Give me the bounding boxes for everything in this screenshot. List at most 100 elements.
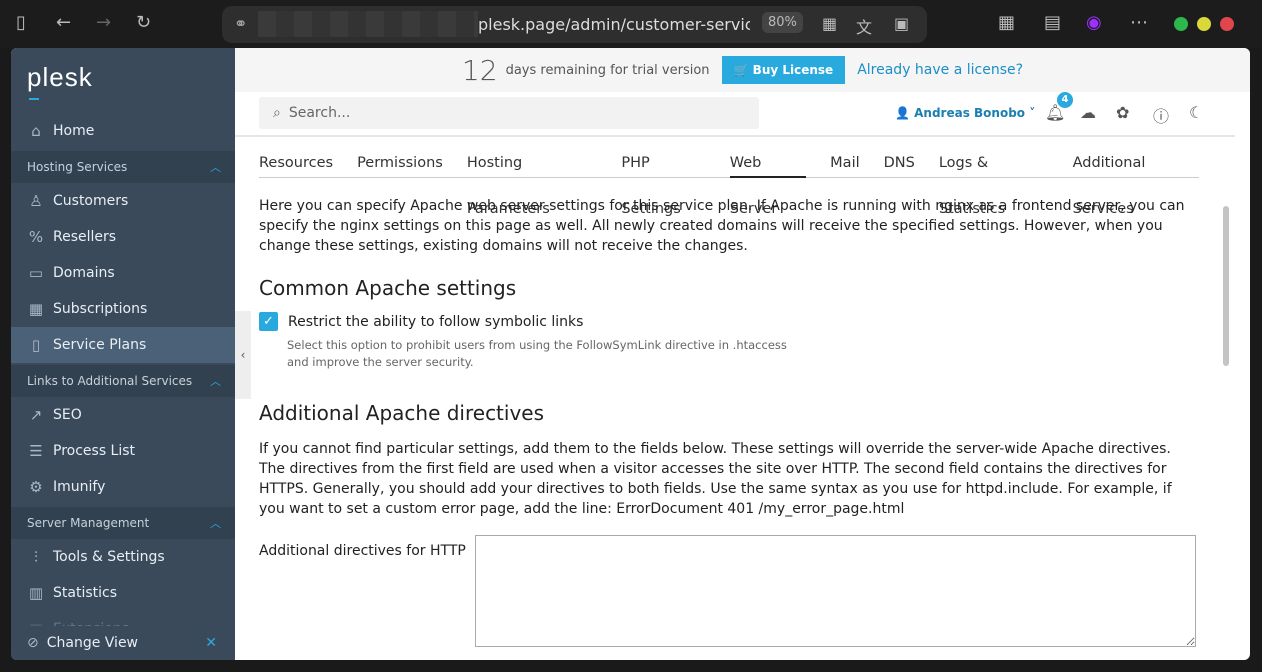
cloud-icon[interactable]: ☁ <box>1080 103 1096 122</box>
tab-bar: Resources Permissions Hosting Parameters PH… <box>259 140 1199 217</box>
tab-web-server[interactable]: Web Server <box>729 140 807 217</box>
sidebar-item-resellers[interactable]: % Resellers <box>11 219 235 255</box>
change-view-button[interactable]: ⊘ Change View ✕ <box>11 626 235 660</box>
tab-php-settings[interactable]: PHP Settings <box>621 140 705 217</box>
plesk-logo[interactable]: plesk <box>27 62 93 100</box>
tab-permissions[interactable]: Permissions <box>357 140 443 178</box>
tab-mail[interactable]: Mail <box>830 140 859 178</box>
book-icon: ▯ <box>31 336 41 354</box>
search-placeholder: Search... <box>288 105 351 121</box>
sidebar-item-label: Domains <box>53 265 115 281</box>
common-heading: Common Apache settings <box>259 276 517 300</box>
group-label: Server Management <box>27 516 150 530</box>
ai-assistant-icon[interactable]: ✿ <box>1116 103 1129 122</box>
buy-license-button[interactable]: 🛒 Buy License <box>721 56 846 84</box>
sidebar-item-label: Home <box>53 123 95 139</box>
search-icon: ⌕ <box>273 105 281 121</box>
minimize-button[interactable] <box>1174 17 1188 31</box>
sidebar-item-statistics[interactable]: ▥ Statistics <box>11 575 235 611</box>
sidebar-item-seo[interactable]: ↗ SEO <box>11 397 235 433</box>
sidebar-item-imunify[interactable]: ⚙ Imunify <box>11 469 235 505</box>
sidebar-group[interactable]: Server Management ︿ <box>11 507 235 539</box>
sidebar-item-domains[interactable]: ▭ Domains <box>11 255 235 291</box>
trial-text: days remaining for trial version <box>505 62 710 78</box>
group-label: Hosting Services <box>27 160 128 174</box>
site-info-icon[interactable]: ⚭ <box>234 14 247 33</box>
translate-icon[interactable]: 文 <box>856 14 872 38</box>
trial-banner: 12 days remaining for trial version 🛒 Bu… <box>235 48 1250 92</box>
sidebar: plesk ⌂ Home Hosting Services ︿ ♙ Customers% R… <box>11 48 235 660</box>
header: ⌕ Search... 👤 Andreas Bonobo ˅ 🔔︎ 4 ☁ ✿ ⓘ… <box>235 92 1235 137</box>
home-icon: ⌂ <box>31 122 41 140</box>
reload-icon[interactable]: ↻ <box>136 12 151 33</box>
more-icon[interactable]: ⋯ <box>1130 12 1148 33</box>
additional-heading: Additional Apache directives <box>259 401 545 425</box>
search-input[interactable]: ⌕ Search... <box>259 97 759 129</box>
sidebar-item-home[interactable]: ⌂ Home <box>11 113 235 149</box>
user-menu[interactable]: 👤 Andreas Bonobo ˅ <box>895 106 1035 120</box>
main-content: Resources Permissions Hosting Parameters PH… <box>259 140 1199 647</box>
sidebar-item-customers[interactable]: ♙ Customers <box>11 183 235 219</box>
bar-chart-icon: ▥ <box>28 584 44 602</box>
symlink-hint: Select this option to prohibit users fro… <box>287 338 787 352</box>
close-icon[interactable]: ✕ <box>205 635 217 651</box>
sidebar-item-service-plans[interactable]: ▯ Service Plans <box>11 327 235 363</box>
tab-logs-statistics[interactable]: Logs & Statistics <box>939 140 1049 217</box>
sidebar-item-label: Resellers <box>53 229 117 245</box>
sidebar-group[interactable]: Hosting Services ︿ <box>11 151 235 183</box>
http-directives-textarea[interactable] <box>475 535 1196 647</box>
apps-icon[interactable]: ▦ <box>822 14 837 33</box>
symlink-checkbox[interactable]: ✓ Restrict the ability to follow symbolic… <box>259 312 1199 331</box>
close-button[interactable] <box>1220 17 1234 31</box>
checkbox-checked-icon[interactable]: ✓ <box>259 312 278 331</box>
scrollbar[interactable] <box>1223 206 1229 366</box>
redacted-url <box>258 11 478 37</box>
sidebar-item-label: Imunify <box>53 479 106 495</box>
sidebar-item-tools-settings[interactable]: ⫶ Tools & Settings <box>11 539 235 575</box>
forward-icon[interactable]: → <box>96 12 111 33</box>
chart-icon: ↗ <box>29 406 43 424</box>
sidebar-item-label: Service Plans <box>53 337 147 353</box>
grid-icon: ▦ <box>28 300 44 318</box>
maximize-button[interactable] <box>1197 17 1211 31</box>
list-icon: ☰ <box>29 442 43 460</box>
have-license-link[interactable]: Already have a license? <box>857 62 1023 78</box>
tab-additional-services[interactable]: Additional Services <box>1073 140 1199 217</box>
monitor-icon: ▭ <box>28 264 44 282</box>
chevron-up-icon: ︿ <box>210 375 221 388</box>
sidebar-toggle-icon[interactable]: ▯ <box>16 12 26 33</box>
compass-icon: ⊘ <box>27 635 39 651</box>
sidebar-item-label: Process List <box>53 443 136 459</box>
address-bar[interactable]: ⚭ plesk.page/admin/customer-service 80% … <box>222 6 927 43</box>
symlink-label: Restrict the ability to follow symbolic … <box>288 313 584 330</box>
group-label: Links to Additional Services <box>27 374 193 388</box>
tab-resources[interactable]: Resources <box>259 140 333 178</box>
change-view-label: Change View <box>46 635 139 651</box>
browser-toolbar: ▯ ← → ↻ ⚭ plesk.page/admin/customer-serv… <box>0 0 1262 48</box>
sidebar-item-label: Tools & Settings <box>53 549 165 565</box>
extension-icon[interactable]: ◉ <box>1086 12 1102 33</box>
sidebar-item-label: Statistics <box>53 585 117 601</box>
chevron-up-icon: ︿ <box>210 161 221 174</box>
gear-icon: ⚙ <box>29 478 43 496</box>
notifications-badge: 4 <box>1057 92 1073 108</box>
percent-icon: % <box>28 228 44 246</box>
sidebar-group[interactable]: Links to Additional Services ︿ <box>11 365 235 397</box>
app-window: plesk ⌂ Home Hosting Services ︿ ♙ Customers% R… <box>11 48 1250 660</box>
tab-dns[interactable]: DNS <box>884 140 915 178</box>
back-icon[interactable]: ← <box>56 12 71 33</box>
add-widget-icon[interactable]: ▦ <box>998 12 1015 33</box>
zoom-level[interactable]: 80% <box>762 12 803 33</box>
help-icon[interactable]: ⓘ <box>1153 103 1169 127</box>
dark-mode-icon[interactable]: ☾ <box>1189 103 1203 122</box>
sidebar-item-label: Subscriptions <box>53 301 148 317</box>
tab-hosting-parameters[interactable]: Hosting Parameters <box>467 140 598 217</box>
collapse-sidebar-button[interactable]: ‹ <box>235 311 251 399</box>
sidebar-item-subscriptions[interactable]: ▦ Subscriptions <box>11 291 235 327</box>
intro-text: Here you can specify Apache web server s… <box>259 198 1185 254</box>
reader-icon[interactable]: ▣ <box>894 14 909 33</box>
sidebar-item-label: SEO <box>53 407 82 423</box>
document-icon[interactable]: ▤ <box>1044 12 1061 33</box>
sliders-icon: ⫶ <box>34 548 38 566</box>
sidebar-item-process-list[interactable]: ☰ Process List <box>11 433 235 469</box>
